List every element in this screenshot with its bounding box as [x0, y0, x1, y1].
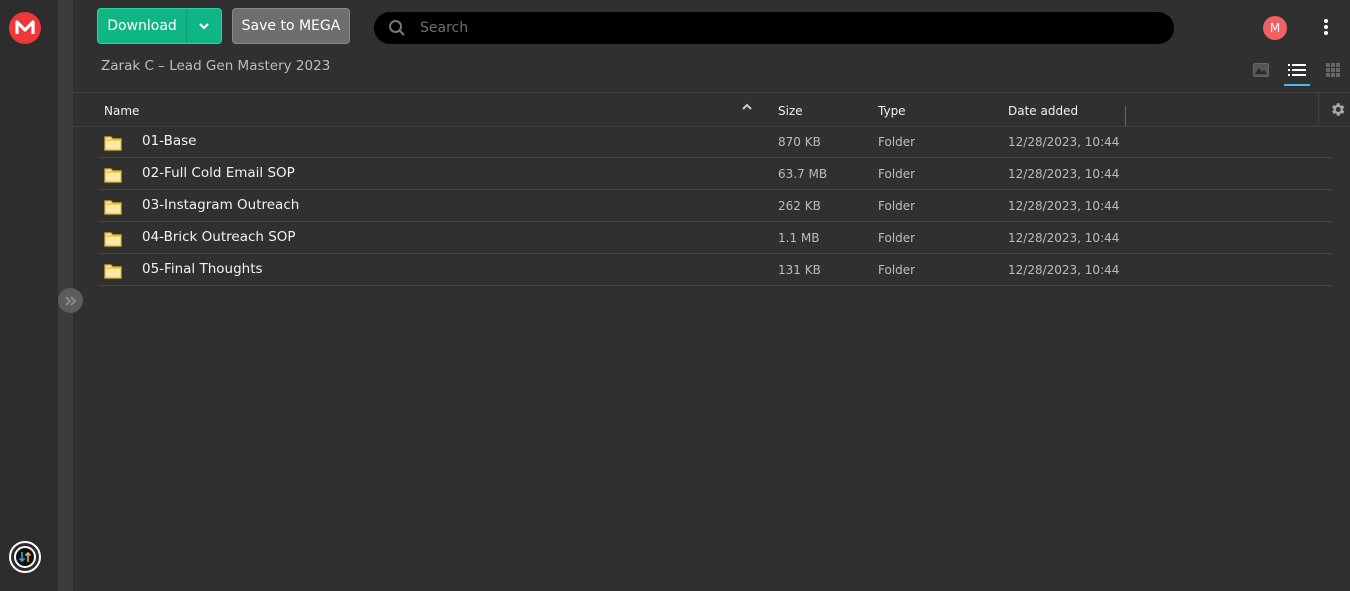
file-date: 12/28/2023, 10:44 — [1008, 263, 1120, 277]
avatar[interactable]: M — [1263, 16, 1287, 40]
file-list: 01-Base 870 KB Folder 12/28/2023, 10:44 … — [99, 126, 1332, 286]
file-size: 870 KB — [778, 135, 821, 149]
file-type: Folder — [878, 167, 916, 181]
search-bar — [374, 12, 1174, 44]
table-row[interactable]: 04-Brick Outreach SOP 1.1 MB Folder 12/2… — [99, 222, 1332, 254]
column-header-type[interactable]: Type — [878, 104, 906, 118]
chevron-down-icon — [199, 23, 209, 30]
page-title: Zarak C – Lead Gen Mastery 2023 — [101, 58, 331, 74]
download-button[interactable]: Download — [98, 9, 187, 43]
transfer-arrows-icon — [14, 546, 36, 568]
file-name: 03-Instagram Outreach — [142, 197, 300, 213]
column-settings-button[interactable] — [1329, 101, 1346, 121]
download-button-group: Download — [97, 8, 222, 44]
main-content: Download Save to MEGA M Zarak C – Lead G… — [73, 0, 1350, 591]
download-options-button[interactable] — [187, 9, 221, 43]
kebab-dot — [1324, 31, 1328, 35]
left-sidebar — [0, 0, 58, 591]
file-type: Folder — [878, 199, 916, 213]
file-name: 05-Final Thoughts — [142, 261, 263, 277]
file-name: 01-Base — [142, 133, 197, 149]
table-header: Name Size Type Date added — [73, 92, 1350, 127]
list-view-button[interactable] — [1279, 58, 1315, 86]
file-size: 63.7 MB — [778, 167, 828, 181]
table-row[interactable]: 02-Full Cold Email SOP 63.7 MB Folder 12… — [99, 158, 1332, 190]
file-name: 02-Full Cold Email SOP — [142, 165, 295, 181]
folder-icon — [104, 135, 122, 155]
file-date: 12/28/2023, 10:44 — [1008, 167, 1120, 181]
grid-icon — [1326, 63, 1340, 77]
folder-icon — [104, 231, 122, 251]
transfer-manager-button[interactable] — [9, 541, 41, 573]
image-icon — [1253, 63, 1269, 77]
file-date: 12/28/2023, 10:44 — [1008, 199, 1120, 213]
save-to-mega-button[interactable]: Save to MEGA — [232, 8, 350, 44]
folder-icon — [104, 199, 122, 219]
view-mode-toggles — [1243, 58, 1350, 86]
more-menu-button[interactable] — [1321, 17, 1331, 37]
file-size: 262 KB — [778, 199, 821, 213]
kebab-dot — [1324, 19, 1328, 23]
header-divider — [1318, 93, 1319, 127]
grid-view-button[interactable] — [1315, 58, 1350, 82]
list-icon — [1288, 64, 1306, 76]
table-row[interactable]: 03-Instagram Outreach 262 KB Folder 12/2… — [99, 190, 1332, 222]
table-row[interactable]: 05-Final Thoughts 131 KB Folder 12/28/20… — [99, 254, 1332, 286]
column-resize-handle[interactable] — [1125, 106, 1126, 126]
file-size: 1.1 MB — [778, 231, 820, 245]
kebab-dot — [1324, 25, 1328, 29]
column-header-name[interactable]: Name — [104, 104, 139, 118]
file-type: Folder — [878, 263, 916, 277]
file-type: Folder — [878, 135, 916, 149]
column-header-date[interactable]: Date added — [1008, 104, 1078, 118]
table-row[interactable]: 01-Base 870 KB Folder 12/28/2023, 10:44 — [99, 126, 1332, 158]
search-input[interactable] — [420, 20, 1174, 36]
search-icon — [374, 19, 420, 37]
folder-icon — [104, 263, 122, 283]
file-date: 12/28/2023, 10:44 — [1008, 231, 1120, 245]
file-name: 04-Brick Outreach SOP — [142, 229, 296, 245]
gear-icon — [1332, 103, 1345, 116]
sort-ascending-icon[interactable] — [742, 102, 752, 113]
file-date: 12/28/2023, 10:44 — [1008, 135, 1120, 149]
file-type: Folder — [878, 231, 916, 245]
folder-icon — [104, 167, 122, 187]
mega-logo-icon[interactable] — [9, 12, 41, 44]
thumbnail-view-button[interactable] — [1243, 58, 1279, 82]
file-size: 131 KB — [778, 263, 821, 277]
column-header-size[interactable]: Size — [778, 104, 803, 118]
